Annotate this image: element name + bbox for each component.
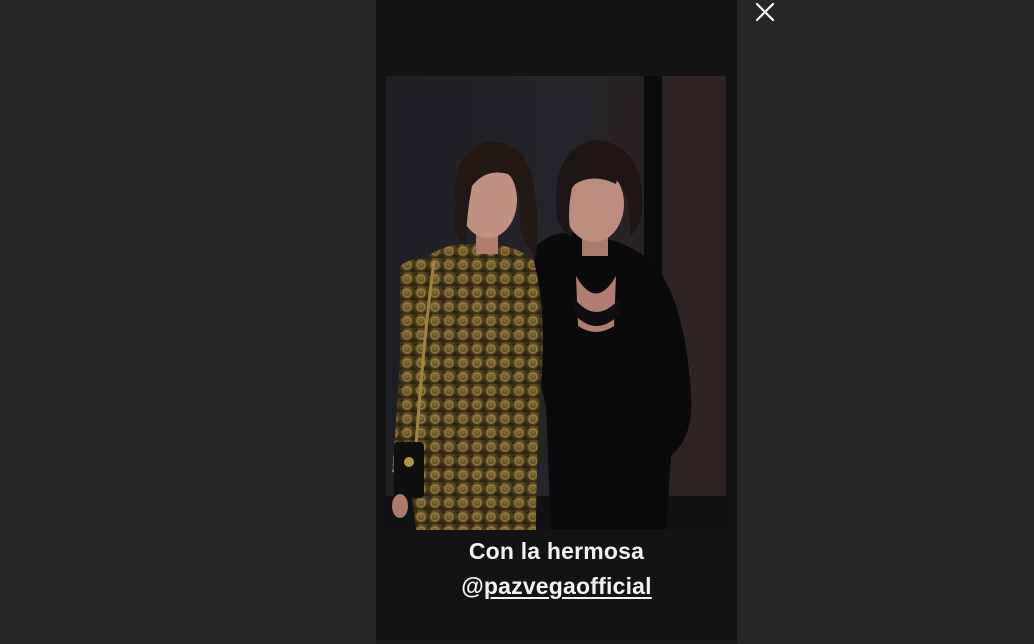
close-button[interactable] xyxy=(753,0,777,24)
story-bottom-edge xyxy=(376,640,737,644)
photo-illustration xyxy=(386,76,726,530)
story-viewer: Con la hermosa @pazvegaofficial xyxy=(0,0,1034,644)
close-icon[interactable] xyxy=(753,0,777,24)
mention-link[interactable]: pazvegaofficial xyxy=(484,573,652,599)
story-caption-line1: Con la hermosa xyxy=(468,538,645,564)
story-frame[interactable]: Con la hermosa @pazvegaofficial xyxy=(376,0,737,640)
mention-at-sign: @ xyxy=(461,573,484,599)
story-caption-line2: @pazvegaofficial xyxy=(376,573,737,600)
story-photo xyxy=(386,76,726,530)
